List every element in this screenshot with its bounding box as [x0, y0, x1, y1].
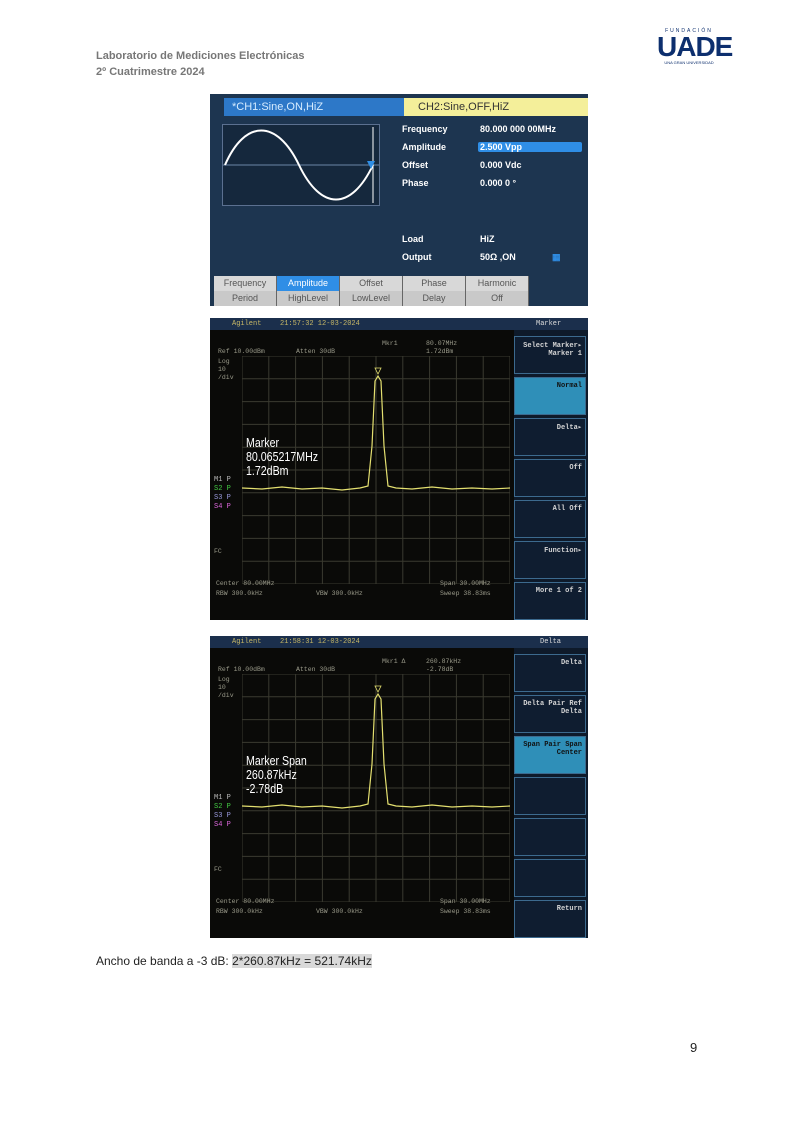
- softkey-all-off: All Off: [514, 500, 586, 538]
- softkey-delta: Delta: [514, 654, 586, 692]
- softkey-function: Function▸: [514, 541, 586, 579]
- softkey-panel: Select Marker▸ Marker 1 Normal Delta▸ Of…: [514, 330, 588, 620]
- waveform-preview: [222, 124, 380, 206]
- param-frequency: Frequency 80.000 000 00MHz: [402, 124, 557, 134]
- ch1-tab: *CH1:Sine,ON,HiZ: [224, 98, 410, 116]
- softkey-off: Off: [514, 459, 586, 497]
- uade-logo: FUNDACIÓN UADE UNA GRAN UNIVERSIDAD: [657, 28, 733, 65]
- softkey-return: Return: [514, 900, 586, 938]
- status-bar: Agilent 21:57:32 12-03-2024 Marker: [210, 318, 588, 330]
- softkey-normal: Normal: [514, 377, 586, 415]
- caption-text: Ancho de banda a -3 dB:: [96, 954, 229, 968]
- param-output: Output 50Ω ,ON ▦: [402, 252, 561, 262]
- page-number: 9: [690, 1040, 698, 1055]
- caption-result: 2*260.87kHz = 521.74kHz: [232, 954, 372, 968]
- softkey-amplitude: Amplitude HighLevel: [277, 276, 340, 306]
- generator-softkeys: Frequency Period Amplitude HighLevel Offse…: [214, 276, 530, 306]
- softkey-empty-3: [514, 859, 586, 897]
- softkey-empty-2: [514, 818, 586, 856]
- marker-readout: Marker 80.065217MHz 1.72dBm: [246, 436, 319, 478]
- softkey-empty-1: [514, 777, 586, 815]
- softkey-frequency: Frequency Period: [214, 276, 277, 306]
- softkey-span-pair: Span Pair Span Center: [514, 736, 586, 774]
- softkey-offset: Offset LowLevel: [340, 276, 403, 306]
- softkey-panel: Delta Delta Pair Ref Delta Span Pair Spa…: [514, 648, 588, 938]
- param-offset: Offset 0.000 Vdc: [402, 160, 522, 170]
- status-bar: Agilent 21:58:31 12-03-2024 Delta: [210, 636, 588, 648]
- param-amplitude: Amplitude 2.500 Vpp: [402, 142, 588, 156]
- softkey-delta-pair: Delta Pair Ref Delta: [514, 695, 586, 733]
- softkey-select-marker: Select Marker▸ Marker 1: [514, 336, 586, 374]
- lock-icon: ▦: [552, 252, 561, 262]
- softkey-delta: Delta▸: [514, 418, 586, 456]
- bandwidth-caption: Ancho de banda a -3 dB: 2*260.87kHz = 52…: [96, 954, 372, 968]
- course-title: Laboratorio de Mediciones Electrónicas: [96, 50, 305, 62]
- ch2-tab: CH2:Sine,OFF,HiZ: [404, 98, 588, 116]
- spectrum-analyzer-screen-1: Agilent 21:57:32 12-03-2024 Marker Ref 1…: [210, 318, 588, 620]
- spectrum-analyzer-screen-2: Agilent 21:58:31 12-03-2024 Delta Ref 10…: [210, 636, 588, 938]
- softkey-more: More 1 of 2: [514, 582, 586, 620]
- param-load: Load HiZ: [402, 234, 495, 244]
- function-generator-screen: *CH1:Sine,ON,HiZ CH2:Sine,OFF,HiZ Freque…: [210, 94, 588, 306]
- term-label: 2º Cuatrimestre 2024: [96, 66, 205, 78]
- document-header: Laboratorio de Mediciones Electrónicas 2…: [96, 48, 304, 80]
- softkey-phase: Phase Delay: [403, 276, 466, 306]
- softkey-harmonic: Harmonic Off: [466, 276, 529, 306]
- param-phase: Phase 0.000 0 °: [402, 178, 517, 188]
- marker-readout: Marker Span 260.87kHz -2.78dB: [246, 754, 307, 796]
